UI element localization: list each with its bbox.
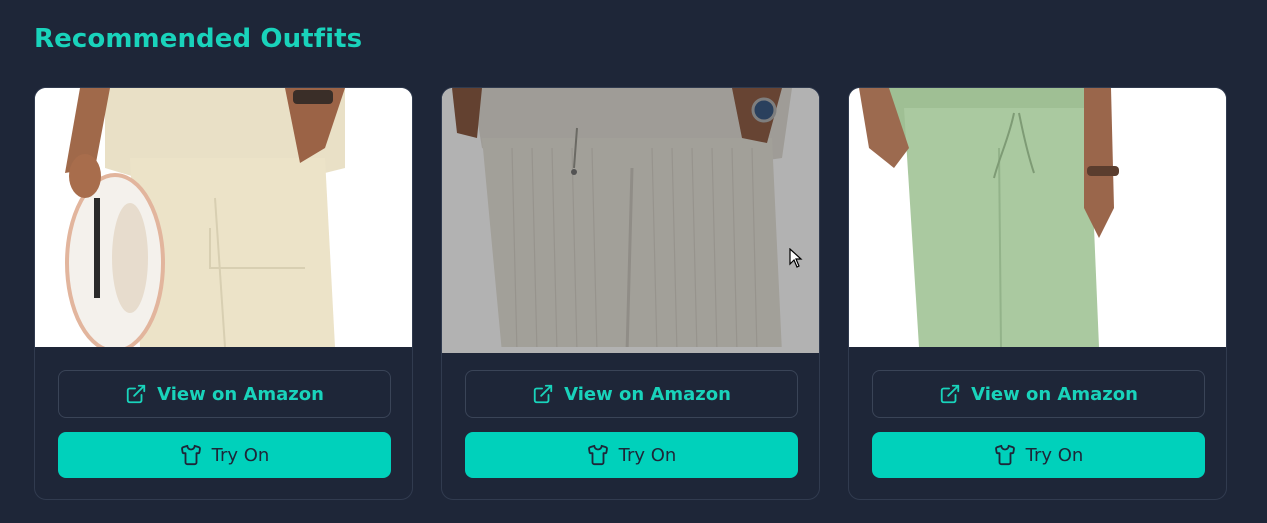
external-link-icon bbox=[533, 384, 553, 404]
outfit-image[interactable] bbox=[849, 88, 1226, 347]
view-on-amazon-label: View on Amazon bbox=[971, 383, 1138, 405]
shirt-icon bbox=[994, 444, 1015, 466]
section-title: Recommended Outfits bbox=[34, 24, 363, 54]
outfit-card: View on Amazon Try On bbox=[441, 87, 820, 500]
shirt-icon bbox=[587, 444, 608, 466]
outfit-image[interactable] bbox=[442, 88, 819, 353]
shirt-icon bbox=[180, 444, 201, 466]
outfit-card: View on Amazon Try On bbox=[848, 87, 1227, 500]
external-link-icon bbox=[940, 384, 960, 404]
mouse-cursor-icon bbox=[789, 248, 803, 268]
view-on-amazon-button[interactable]: View on Amazon bbox=[465, 370, 798, 418]
view-on-amazon-button[interactable]: View on Amazon bbox=[872, 370, 1205, 418]
view-on-amazon-label: View on Amazon bbox=[564, 383, 731, 405]
outfit-cards: View on Amazon Try On View on Amazon Try… bbox=[34, 87, 1227, 500]
outfit-image[interactable] bbox=[35, 88, 412, 347]
try-on-button[interactable]: Try On bbox=[465, 432, 798, 478]
view-on-amazon-button[interactable]: View on Amazon bbox=[58, 370, 391, 418]
try-on-label: Try On bbox=[1025, 444, 1084, 466]
hover-overlay bbox=[442, 88, 819, 353]
try-on-label: Try On bbox=[618, 444, 677, 466]
try-on-button[interactable]: Try On bbox=[872, 432, 1205, 478]
try-on-button[interactable]: Try On bbox=[58, 432, 391, 478]
try-on-label: Try On bbox=[211, 444, 270, 466]
view-on-amazon-label: View on Amazon bbox=[157, 383, 324, 405]
outfit-card: View on Amazon Try On bbox=[34, 87, 413, 500]
external-link-icon bbox=[126, 384, 146, 404]
